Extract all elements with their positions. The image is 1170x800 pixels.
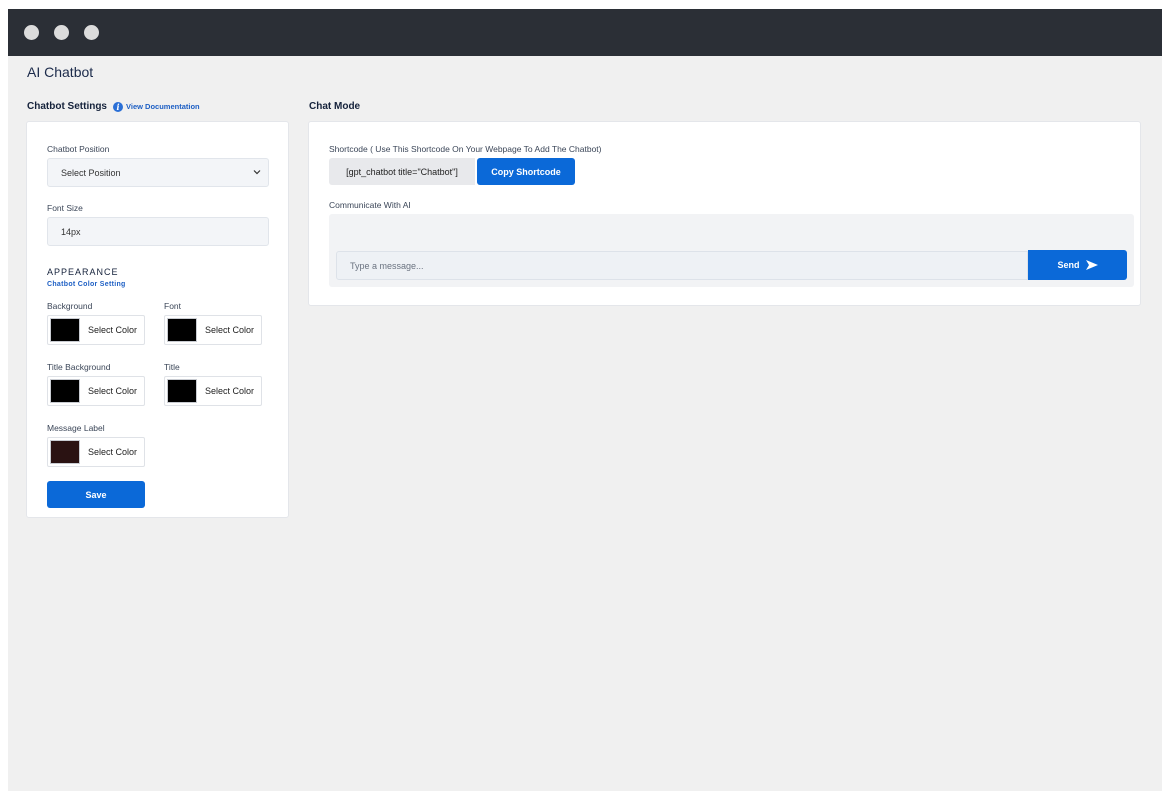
save-button[interactable]: Save: [47, 481, 145, 508]
position-label: Chatbot Position: [47, 144, 110, 154]
view-documentation-link[interactable]: View Documentation: [126, 102, 200, 111]
message-input[interactable]: Type a message...: [336, 251, 1028, 280]
communicate-label: Communicate With AI: [329, 200, 411, 210]
shortcode-value: [gpt_chatbot title="Chatbot"]: [329, 158, 475, 185]
color-swatch: [167, 318, 197, 342]
chat-area: Type a message... Send: [329, 214, 1134, 287]
send-button[interactable]: Send: [1028, 250, 1127, 280]
send-button-label: Send: [1057, 260, 1080, 270]
settings-heading-text: Chatbot Settings: [27, 101, 107, 112]
font-size-input[interactable]: 14px: [47, 217, 269, 246]
color-label-background: Background: [47, 301, 93, 311]
app-window: AI Chatbot Chatbot Settings i View Docum…: [8, 9, 1162, 791]
title-background-color-button[interactable]: Select Color: [47, 376, 145, 406]
position-select-value: Select Position: [61, 167, 121, 178]
copy-shortcode-button[interactable]: Copy Shortcode: [477, 158, 575, 185]
info-icon: i: [113, 101, 123, 112]
color-swatch: [167, 379, 197, 403]
color-swatch: [50, 318, 80, 342]
font-size-value: 14px: [61, 226, 81, 237]
color-label-font: Font: [164, 301, 182, 311]
color-button-label: Select Color: [205, 386, 255, 396]
color-button-label: Select Color: [88, 325, 138, 335]
message-placeholder: Type a message...: [350, 260, 424, 271]
color-button-label: Select Color: [88, 447, 138, 457]
settings-heading: Chatbot Settings i View Documentation: [27, 101, 200, 112]
title-color-button[interactable]: Select Color: [164, 376, 262, 406]
color-button-label: Select Color: [88, 386, 138, 396]
appearance-subheading: Chatbot Color Setting: [47, 281, 126, 288]
chat-mode-heading: Chat Mode: [309, 101, 361, 112]
font-size-label: Font Size: [47, 203, 83, 213]
color-label-message: Message Label: [47, 423, 105, 433]
send-arrow-icon: [1085, 260, 1098, 270]
background-color-button[interactable]: Select Color: [47, 315, 145, 345]
window-close-dot[interactable]: [24, 25, 39, 40]
page-title: AI Chatbot: [27, 64, 94, 80]
position-select[interactable]: Select Position: [47, 158, 269, 187]
color-swatch: [50, 440, 80, 464]
message-label-color-button[interactable]: Select Color: [47, 437, 145, 467]
window-titlebar: [8, 9, 1162, 56]
settings-card: Chatbot Position Select Position Font Si…: [26, 121, 289, 518]
window-maximize-dot[interactable]: [84, 25, 99, 40]
color-label-title-background: Title Background: [47, 362, 111, 372]
chat-mode-card: Shortcode ( Use This Shortcode On Your W…: [308, 121, 1141, 306]
color-swatch: [50, 379, 80, 403]
appearance-heading: APPEARANCE: [47, 267, 119, 277]
font-color-button[interactable]: Select Color: [164, 315, 262, 345]
chevron-down-icon: [253, 170, 261, 175]
color-label-title: Title: [164, 362, 180, 372]
color-button-label: Select Color: [205, 325, 255, 335]
shortcode-label: Shortcode ( Use This Shortcode On Your W…: [329, 144, 602, 154]
window-minimize-dot[interactable]: [54, 25, 69, 40]
